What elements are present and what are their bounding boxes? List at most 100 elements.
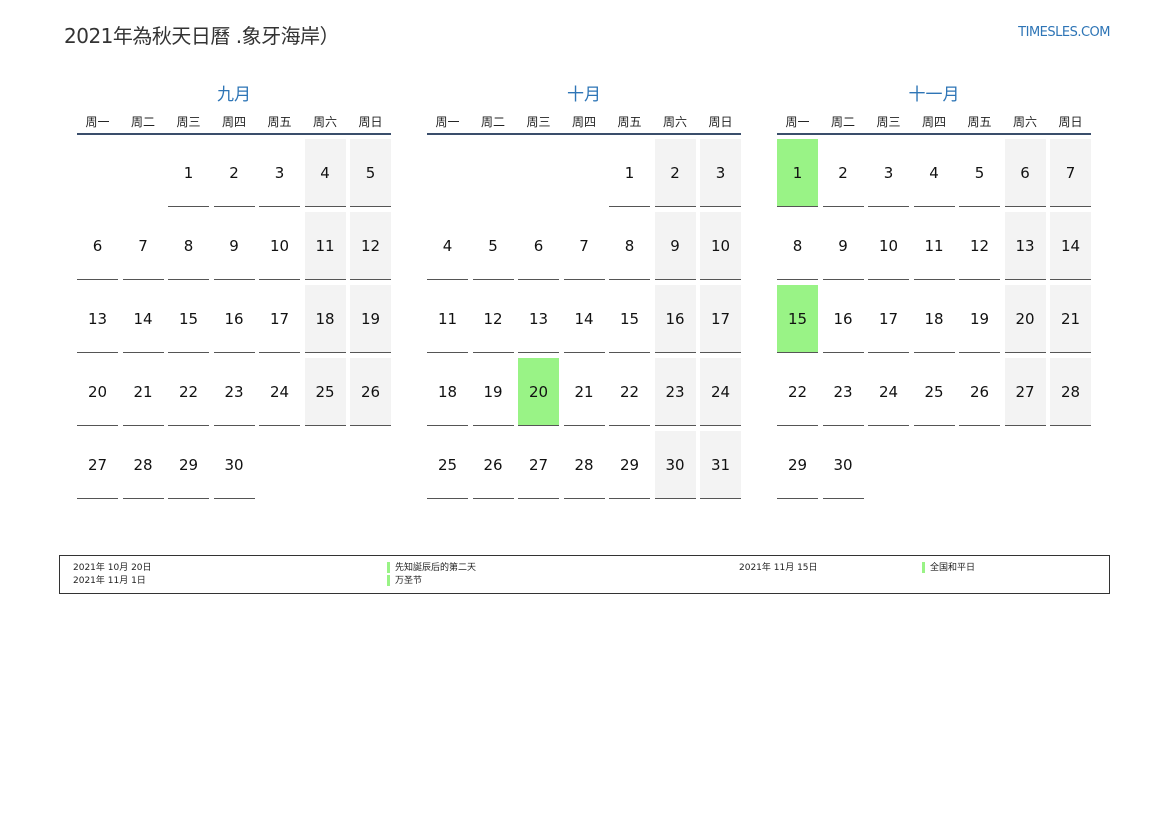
- day-cell[interactable]: 13: [77, 285, 118, 353]
- day-cell[interactable]: 26: [472, 431, 514, 499]
- day-cell[interactable]: 18: [304, 285, 346, 353]
- day-cell[interactable]: 25: [304, 358, 346, 426]
- empty-cell: [564, 139, 605, 207]
- day-cell[interactable]: 20: [1004, 285, 1046, 353]
- day-cell[interactable]: 26: [959, 358, 1000, 426]
- day-cell[interactable]: 5: [959, 139, 1000, 207]
- day-cell[interactable]: 12: [959, 212, 1000, 280]
- day-cell[interactable]: 28: [1050, 358, 1091, 426]
- day-cell[interactable]: 12: [472, 285, 514, 353]
- day-cell[interactable]: 21: [122, 358, 164, 426]
- day-cell[interactable]: 1: [168, 139, 209, 207]
- day-cell[interactable]: 10: [259, 212, 300, 280]
- day-cell[interactable]: 16: [213, 285, 255, 353]
- day-cell[interactable]: 20: [77, 358, 118, 426]
- day-cell[interactable]: 21: [1050, 285, 1091, 353]
- day-cell[interactable]: 28: [122, 431, 164, 499]
- day-cell[interactable]: 27: [77, 431, 118, 499]
- day-cell[interactable]: 8: [777, 212, 818, 280]
- day-cell[interactable]: 14: [563, 285, 605, 353]
- day-cell[interactable]: 5: [350, 139, 391, 207]
- legend-color-bar: [387, 562, 390, 573]
- day-cell[interactable]: 23: [822, 358, 864, 426]
- day-cell[interactable]: 2: [822, 139, 864, 207]
- day-cell[interactable]: 9: [654, 212, 696, 280]
- day-cell[interactable]: 4: [427, 212, 468, 280]
- day-cell[interactable]: 16: [654, 285, 696, 353]
- day-cell[interactable]: 6: [77, 212, 118, 280]
- day-cell[interactable]: 2: [213, 139, 255, 207]
- day-cell[interactable]: 23: [213, 358, 255, 426]
- day-cell[interactable]: 10: [700, 212, 741, 280]
- day-cell[interactable]: 14: [122, 285, 164, 353]
- day-cell[interactable]: 13: [1004, 212, 1046, 280]
- day-cell[interactable]: 18: [427, 358, 468, 426]
- day-cell[interactable]: 17: [700, 285, 741, 353]
- day-cell[interactable]: 7: [563, 212, 605, 280]
- day-cell[interactable]: 20: [518, 358, 559, 426]
- day-cell[interactable]: 3: [868, 139, 909, 207]
- day-cell[interactable]: 19: [350, 285, 391, 353]
- day-cell[interactable]: 27: [1004, 358, 1046, 426]
- day-cell[interactable]: 1: [609, 139, 650, 207]
- day-cell[interactable]: 15: [777, 285, 818, 353]
- day-cell[interactable]: 29: [609, 431, 650, 499]
- day-cell[interactable]: 8: [609, 212, 650, 280]
- day-cell[interactable]: 30: [654, 431, 696, 499]
- day-cell[interactable]: 19: [959, 285, 1000, 353]
- day-cell[interactable]: 6: [1004, 139, 1046, 207]
- day-cell[interactable]: 6: [518, 212, 559, 280]
- day-cell[interactable]: 7: [122, 212, 164, 280]
- day-cell[interactable]: 5: [472, 212, 514, 280]
- month-name: 九月: [217, 85, 251, 105]
- day-cell[interactable]: 1: [777, 139, 818, 207]
- day-cell[interactable]: 7: [1050, 139, 1091, 207]
- weekday-label: 周六: [312, 115, 337, 129]
- day-cell[interactable]: 17: [259, 285, 300, 353]
- month-name: 十一月: [908, 85, 960, 105]
- day-cell[interactable]: 4: [913, 139, 955, 207]
- day-cell[interactable]: 24: [259, 358, 300, 426]
- day-cell[interactable]: 11: [304, 212, 346, 280]
- day-cell[interactable]: 26: [350, 358, 391, 426]
- day-cell[interactable]: 25: [427, 431, 468, 499]
- day-cell[interactable]: 24: [868, 358, 909, 426]
- legend-date: 2021年 11月 1日: [73, 576, 146, 586]
- day-cell[interactable]: 11: [913, 212, 955, 280]
- day-cell[interactable]: 29: [168, 431, 209, 499]
- day-cell[interactable]: 30: [822, 431, 864, 499]
- day-cell[interactable]: 19: [472, 358, 514, 426]
- day-cell[interactable]: 17: [868, 285, 909, 353]
- day-cell[interactable]: 12: [350, 212, 391, 280]
- day-cell[interactable]: 28: [563, 431, 605, 499]
- day-cell[interactable]: 9: [822, 212, 864, 280]
- day-cell[interactable]: 9: [213, 212, 255, 280]
- day-cell[interactable]: 22: [777, 358, 818, 426]
- days-grid: 1 2 3 4 5 6 7 8 9 10 11 12 13 14 15 16 17 18 19 20 21 22 23 24 2…: [427, 139, 741, 499]
- day-cell[interactable]: 18: [913, 285, 955, 353]
- day-cell[interactable]: 8: [168, 212, 209, 280]
- legend-date: 2021年 11月 15日: [739, 563, 818, 573]
- day-cell[interactable]: 22: [609, 358, 650, 426]
- day-cell[interactable]: 23: [654, 358, 696, 426]
- day-cell[interactable]: 31: [700, 431, 741, 499]
- day-cell[interactable]: 10: [868, 212, 909, 280]
- day-cell[interactable]: 3: [259, 139, 300, 207]
- day-cell[interactable]: 16: [822, 285, 864, 353]
- day-cell[interactable]: 15: [609, 285, 650, 353]
- day-cell[interactable]: 4: [304, 139, 346, 207]
- day-cell[interactable]: 30: [213, 431, 255, 499]
- day-cell[interactable]: 3: [700, 139, 741, 207]
- day-cell[interactable]: 13: [518, 285, 559, 353]
- day-cell[interactable]: 14: [1050, 212, 1091, 280]
- day-cell[interactable]: 29: [777, 431, 818, 499]
- day-cell[interactable]: 2: [654, 139, 696, 207]
- day-cell[interactable]: 21: [563, 358, 605, 426]
- day-cell[interactable]: 24: [700, 358, 741, 426]
- day-cell[interactable]: 25: [913, 358, 955, 426]
- day-cell[interactable]: 27: [518, 431, 559, 499]
- day-cell[interactable]: 15: [168, 285, 209, 353]
- day-cell[interactable]: 11: [427, 285, 468, 353]
- day-cell[interactable]: 22: [168, 358, 209, 426]
- site-link[interactable]: TIMESLES.COM: [1018, 25, 1110, 40]
